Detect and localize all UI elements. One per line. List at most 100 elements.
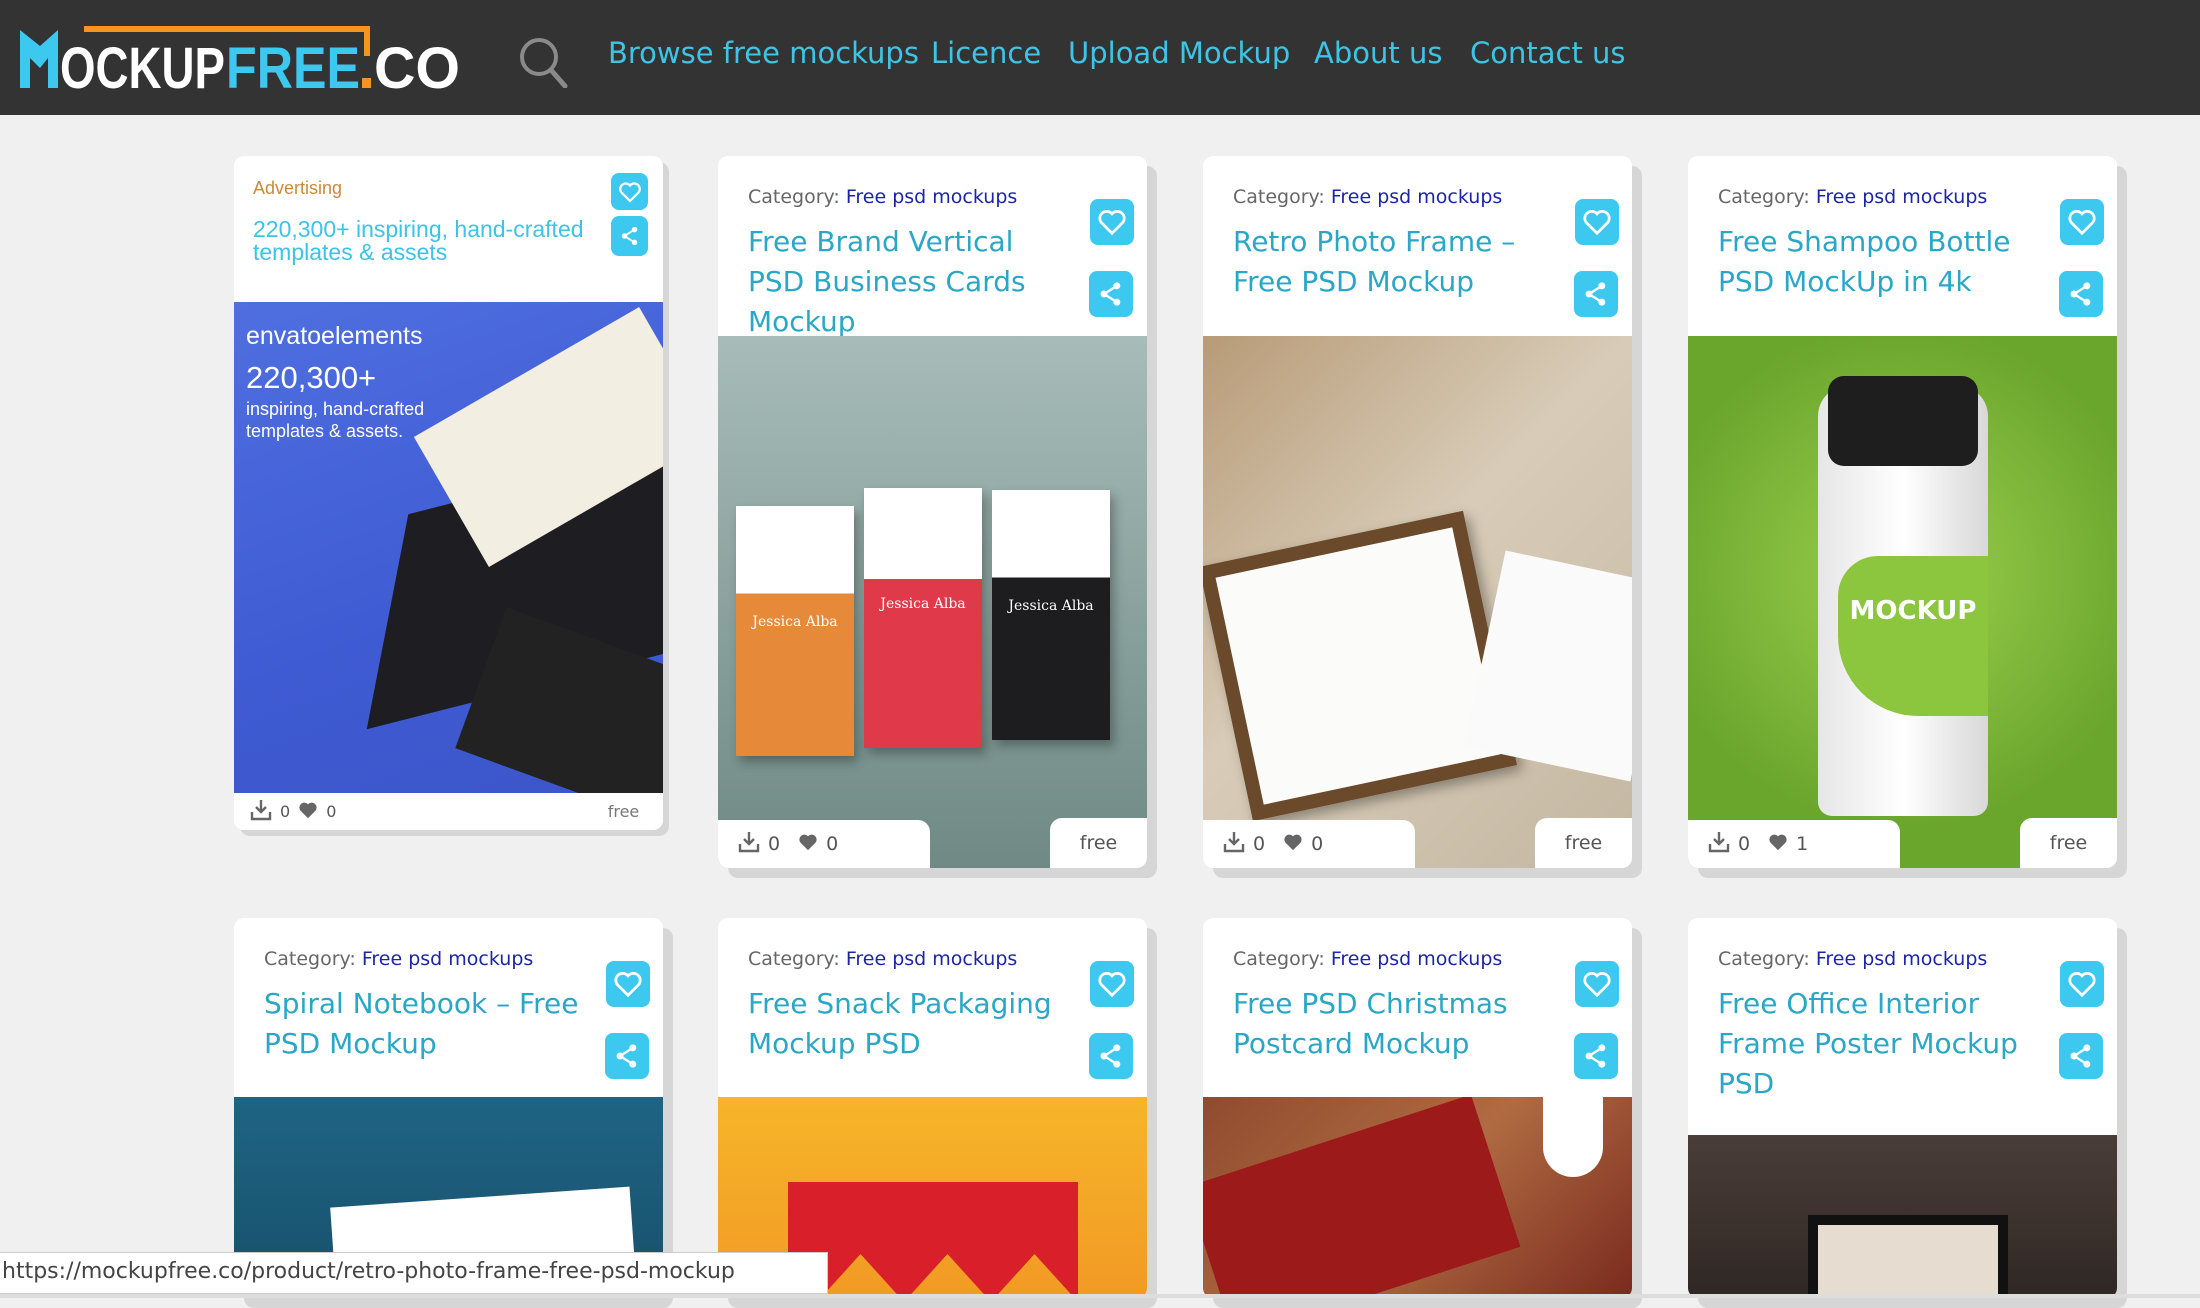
- horizontal-scrollbar[interactable]: [0, 1294, 2200, 1298]
- share-button[interactable]: [1574, 271, 1618, 317]
- envato-brand: envatoelements: [246, 322, 423, 350]
- nav-link-about-us[interactable]: About us: [1314, 36, 1442, 70]
- ad-headline: 220,300+: [246, 360, 377, 395]
- likes-icon: [1768, 833, 1788, 856]
- poster-frame: [1808, 1215, 2008, 1298]
- category-label: Category:: [1233, 186, 1325, 208]
- mockup-card[interactable]: Category: Free psd mockups Free PSD Chris…: [1203, 918, 1632, 1298]
- mockup-preview-image[interactable]: MOCKUP: [1688, 336, 2117, 868]
- site-header: OCKUP FREE CO Browse free mockups Licence…: [0, 0, 2200, 115]
- favorite-button[interactable]: [1090, 961, 1134, 1007]
- nav-link-contact-us[interactable]: Contact us: [1470, 36, 1626, 70]
- price-badge: free: [1535, 818, 1632, 868]
- heart-icon: [618, 181, 641, 203]
- shampoo-bottle: MOCKUP: [1818, 376, 1988, 816]
- nav-link-browse-free-mockups[interactable]: Browse free mockups: [608, 36, 919, 70]
- share-button[interactable]: [605, 1033, 649, 1079]
- category-label: Category:: [264, 948, 356, 970]
- card-category: Category: Free psd mockups: [264, 948, 533, 970]
- ad-image[interactable]: envatoelements 220,300+ inspiring, hand-cr…: [234, 302, 663, 793]
- like-count: 0: [326, 802, 337, 821]
- likes-icon: [798, 833, 818, 856]
- card-title-link[interactable]: Free Brand Vertical PSD Business Cards M…: [748, 222, 1078, 342]
- heart-icon: [2068, 210, 2096, 236]
- download-count: 0: [1738, 833, 1751, 855]
- share-button[interactable]: [2059, 1033, 2103, 1079]
- share-button[interactable]: [611, 216, 648, 256]
- heart-icon: [2068, 972, 2096, 998]
- like-count: 0: [1311, 833, 1324, 855]
- share-icon: [616, 1044, 637, 1068]
- mockup-preview-image[interactable]: [1203, 336, 1632, 868]
- postcard: [1203, 1097, 1521, 1298]
- download-icon: [1708, 831, 1730, 858]
- mockup-preview-image[interactable]: [1203, 1097, 1632, 1298]
- business-card: Jessica Alba: [736, 506, 854, 756]
- snack-package: [788, 1182, 1078, 1298]
- card-category: Category: Free psd mockups: [1233, 948, 1502, 970]
- card-title-link[interactable]: Free PSD Christmas Postcard Mockup: [1233, 984, 1563, 1064]
- share-icon: [621, 226, 637, 246]
- favorite-button[interactable]: [2060, 199, 2104, 245]
- christmas-decoration: [1543, 1097, 1603, 1177]
- share-icon: [2070, 1044, 2091, 1068]
- mockupfree-logo[interactable]: OCKUP FREE CO: [18, 22, 463, 94]
- photo-frame: [1203, 510, 1518, 822]
- mockup-card[interactable]: Category: Free psd mockups Free Office In…: [1688, 918, 2117, 1298]
- download-count: 0: [280, 802, 291, 821]
- share-button[interactable]: [1089, 271, 1133, 317]
- mockup-preview-image[interactable]: Jessica Alba Jessica Alba Jessica Alba: [718, 336, 1147, 868]
- search-icon[interactable]: [518, 36, 568, 88]
- category-label: Category:: [1718, 948, 1810, 970]
- ad-card[interactable]: Advertising 220,300+ inspiring, hand-craf…: [234, 156, 663, 830]
- mockup-card[interactable]: Category: Free psd mockups Free Snack Pac…: [718, 918, 1147, 1298]
- category-link[interactable]: Free psd mockups: [1816, 948, 1987, 970]
- favorite-button[interactable]: [611, 173, 648, 210]
- share-button[interactable]: [1574, 1033, 1618, 1079]
- svg-text:CO: CO: [374, 36, 460, 94]
- mockup-card[interactable]: Category: Free psd mockups Free Shampoo B…: [1688, 156, 2117, 868]
- ad-text[interactable]: 220,300+ inspiring, hand-crafted templat…: [253, 218, 593, 264]
- favorite-button[interactable]: [1575, 199, 1619, 245]
- category-label: Category:: [748, 948, 840, 970]
- like-count: 1: [1796, 833, 1809, 855]
- mockup-card[interactable]: Category: Free psd mockups Free Brand Ver…: [718, 156, 1147, 868]
- card-title-link[interactable]: Retro Photo Frame – Free PSD Mockup: [1233, 222, 1563, 302]
- card-stats: 00: [718, 820, 930, 868]
- card-title-link[interactable]: Free Snack Packaging Mockup PSD: [748, 984, 1078, 1064]
- favorite-button[interactable]: [1090, 199, 1134, 245]
- category-link[interactable]: Free psd mockups: [1331, 948, 1502, 970]
- card-category: Category: Free psd mockups: [748, 186, 1017, 208]
- card-category: Category: Free psd mockups: [748, 948, 1017, 970]
- mockup-card[interactable]: Category: Free psd mockups Retro Photo Fr…: [1203, 156, 1632, 868]
- nav-link-upload-mockup[interactable]: Upload Mockup: [1068, 36, 1290, 70]
- download-count: 0: [768, 833, 781, 855]
- category-link[interactable]: Free psd mockups: [846, 186, 1017, 208]
- heart-icon: [614, 972, 642, 998]
- favorite-button[interactable]: [1575, 961, 1619, 1007]
- card-title-link[interactable]: Spiral Notebook – Free PSD Mockup: [264, 984, 594, 1064]
- favorite-button[interactable]: [2060, 961, 2104, 1007]
- card-stats: 00: [234, 793, 444, 830]
- likes-icon: [1283, 833, 1303, 856]
- category-link[interactable]: Free psd mockups: [362, 948, 533, 970]
- nav-link-licence[interactable]: Licence: [931, 36, 1041, 70]
- favorite-button[interactable]: [606, 961, 650, 1007]
- share-button[interactable]: [2059, 271, 2103, 317]
- price-badge: free: [2020, 818, 2117, 868]
- card-title-link[interactable]: Free Shampoo Bottle PSD MockUp in 4k: [1718, 222, 2048, 302]
- share-button[interactable]: [1089, 1033, 1133, 1079]
- download-icon: [1223, 831, 1245, 858]
- paper-card: [1464, 550, 1632, 782]
- download-icon: [250, 799, 272, 825]
- card-category: Category: Free psd mockups: [1718, 186, 1987, 208]
- bottle-cap: [1828, 376, 1978, 466]
- category-link[interactable]: Free psd mockups: [1816, 186, 1987, 208]
- card-title-link[interactable]: Free Office Interior Frame Poster Mockup…: [1718, 984, 2048, 1104]
- status-bar-url: https://mockupfree.co/product/retro-phot…: [0, 1252, 828, 1294]
- mockup-preview-image[interactable]: [1688, 1135, 2117, 1298]
- mockup-card[interactable]: Category: Free psd mockups Spiral Noteboo…: [234, 918, 663, 1298]
- category-link[interactable]: Free psd mockups: [1331, 186, 1502, 208]
- share-icon: [1100, 282, 1121, 306]
- category-link[interactable]: Free psd mockups: [846, 948, 1017, 970]
